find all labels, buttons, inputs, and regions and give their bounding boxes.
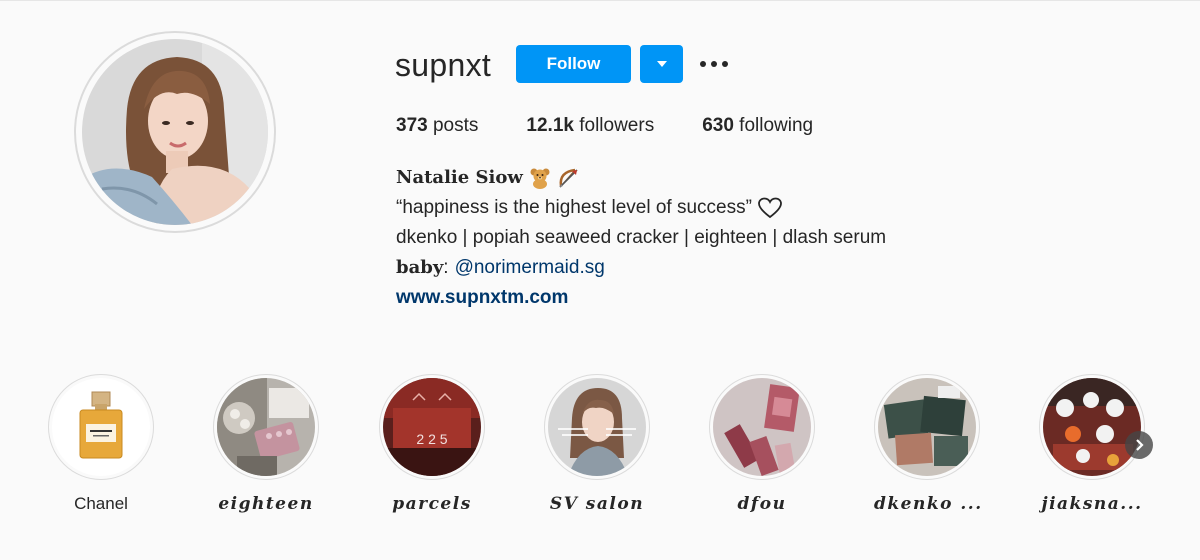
highlight-ring (48, 374, 154, 480)
svg-text:2 2 5: 2 2 5 (416, 431, 447, 447)
profile-bio: Natalie Siow “happiness is the highest l… (396, 163, 886, 313)
follow-button[interactable]: Follow (516, 45, 631, 83)
highlight-cover (52, 378, 150, 476)
highlight-label: dkenko ... (874, 494, 980, 514)
baby-mention-link[interactable]: @norimermaid.sg (455, 253, 605, 283)
website-link[interactable]: www.supnxtm.com (396, 283, 886, 313)
suggested-dropdown-button[interactable] (640, 45, 683, 83)
full-name: Natalie Siow (396, 163, 886, 193)
followers-label: followers (573, 115, 655, 136)
heart-outline-icon (758, 197, 782, 219)
highlight-cover (548, 378, 646, 476)
bio-quote-line: “happiness is the highest level of succe… (396, 193, 886, 223)
following-stat[interactable]: 630 following (702, 115, 813, 137)
highlight-label: parcels (392, 494, 472, 514)
highlight-label: dfou (737, 494, 787, 514)
followers-stat[interactable]: 12.1k followers (526, 115, 654, 137)
highlight-chanel[interactable]: Chanel (48, 374, 154, 514)
teddy-bear-icon (529, 167, 551, 189)
full-name-text: Natalie Siow (396, 167, 523, 188)
more-options-button[interactable] (696, 51, 732, 77)
posts-count: 373 (396, 115, 428, 136)
chevron-right-icon (1136, 439, 1144, 451)
highlight-cover (878, 378, 976, 476)
ellipsis-icon (700, 61, 728, 67)
highlight-sv-salon[interactable]: SV salon (544, 374, 650, 514)
following-count: 630 (702, 115, 734, 136)
highlight-label: jiaksna... (1041, 494, 1143, 514)
followers-count: 12.1k (526, 115, 574, 136)
highlight-ring (1039, 374, 1145, 480)
profile-page: supnxt Follow 373 posts 12.1k followers … (0, 0, 1200, 560)
highlight-ring (874, 374, 980, 480)
bow-and-arrow-icon (557, 166, 581, 190)
highlight-ring (544, 374, 650, 480)
following-label: following (733, 115, 814, 136)
highlight-dkenko[interactable]: dkenko ... (874, 374, 980, 514)
bio-quote: “happiness is the highest level of succe… (396, 197, 752, 218)
highlight-ring: 2 2 5 (379, 374, 485, 480)
posts-label: posts (427, 115, 479, 136)
highlights-next-button[interactable] (1125, 431, 1153, 459)
caret-down-icon (656, 61, 667, 67)
baby-separator: : (443, 257, 449, 278)
highlight-ring (709, 374, 815, 480)
baby-label: baby (396, 257, 444, 278)
highlight-parcels[interactable]: 2 2 5 parcels (379, 374, 485, 514)
highlight-dfou[interactable]: dfou (709, 374, 815, 514)
profile-stats: 373 posts 12.1k followers 630 following (396, 115, 861, 137)
highlight-cover: 2 2 5 (383, 378, 481, 476)
posts-stat: 373 posts (396, 115, 478, 137)
bio-brands: dkenko | popiah seaweed cracker | eighte… (396, 227, 887, 248)
profile-username: supnxt (395, 47, 492, 83)
highlight-label: eighteen (218, 494, 314, 514)
profile-avatar[interactable] (74, 31, 276, 233)
highlight-label: Chanel (74, 494, 128, 513)
story-highlights: Chanel eighteen 2 2 5 parcels SV salon d… (48, 374, 1158, 534)
highlight-eighteen[interactable]: eighteen (213, 374, 319, 514)
highlight-cover (1043, 378, 1141, 476)
highlight-cover (217, 378, 315, 476)
highlight-ring (213, 374, 319, 480)
bio-baby-line: baby: @norimermaid.sg (396, 253, 886, 283)
highlight-label: SV salon (549, 494, 645, 514)
highlight-cover (713, 378, 811, 476)
avatar-image (82, 39, 268, 225)
